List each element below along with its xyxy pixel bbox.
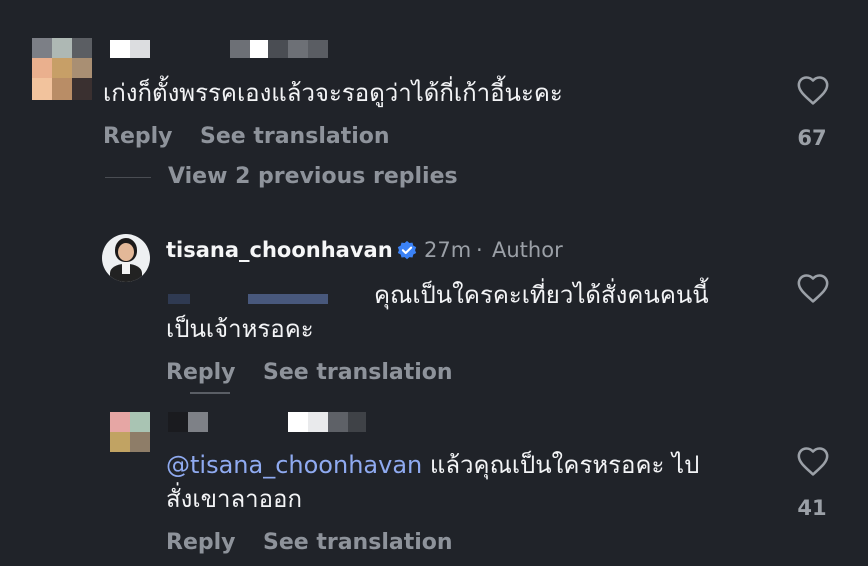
comment-text-line-1: คุณเป็นใครคะเที่ยวได้สั่งคนคนนี้ <box>374 281 709 309</box>
comment-text-line-1: @tisana_choonhavan แล้วคุณเป็นใครหรอคะ ไ… <box>166 448 699 482</box>
like-count: 41 <box>797 496 827 520</box>
see-translation-button[interactable]: See translation <box>200 124 390 149</box>
meta-separator: · <box>476 238 483 262</box>
replies-divider <box>105 177 151 178</box>
timestamp: 27m <box>424 238 472 262</box>
avatar-pixelated[interactable] <box>110 412 150 452</box>
username-pixelated[interactable] <box>168 412 378 434</box>
view-previous-replies-button[interactable]: View 2 previous replies <box>168 164 458 189</box>
reply-button[interactable]: Reply <box>166 360 236 385</box>
see-translation-button[interactable]: See translation <box>263 360 453 385</box>
author-username[interactable]: tisana_choonhavan <box>166 238 393 262</box>
mention-pixelated[interactable] <box>168 294 358 308</box>
heart-icon[interactable] <box>796 445 830 477</box>
comment-text-line-2: สั่งเขาลาออก <box>166 485 302 513</box>
comment-text: เก่งก็ตั้งพรรคเองแล้วจะรอดูว่าได้กี่เก้า… <box>103 79 563 107</box>
see-translation-button[interactable]: See translation <box>263 530 453 555</box>
comment-3: @tisana_choonhavan แล้วคุณเป็นใครหรอคะ ไ… <box>0 400 868 566</box>
username-pixelated[interactable] <box>110 40 330 58</box>
avatar-pixelated[interactable] <box>32 38 92 100</box>
comment-text-line-2: เป็นเจ้าหรอคะ <box>166 315 314 343</box>
comment-1: เก่งก็ตั้งพรรคเองแล้วจะรอดูว่าได้กี่เก้า… <box>0 0 868 200</box>
verified-badge-icon <box>397 240 417 260</box>
author-avatar[interactable] <box>102 234 150 282</box>
reply-button[interactable]: Reply <box>103 124 173 149</box>
mention-link[interactable]: @tisana_choonhavan <box>166 451 422 479</box>
heart-icon[interactable] <box>796 272 830 304</box>
author-label: Author <box>492 238 563 262</box>
comment-2: tisana_choonhavan 27m · Author คุณเป็นใค… <box>0 220 868 400</box>
heart-icon[interactable] <box>796 74 830 106</box>
comment-text: แล้วคุณเป็นใครหรอคะ ไป <box>422 451 700 479</box>
reply-button[interactable]: Reply <box>166 530 236 555</box>
like-count: 67 <box>797 126 827 150</box>
reply-underline <box>190 392 230 394</box>
